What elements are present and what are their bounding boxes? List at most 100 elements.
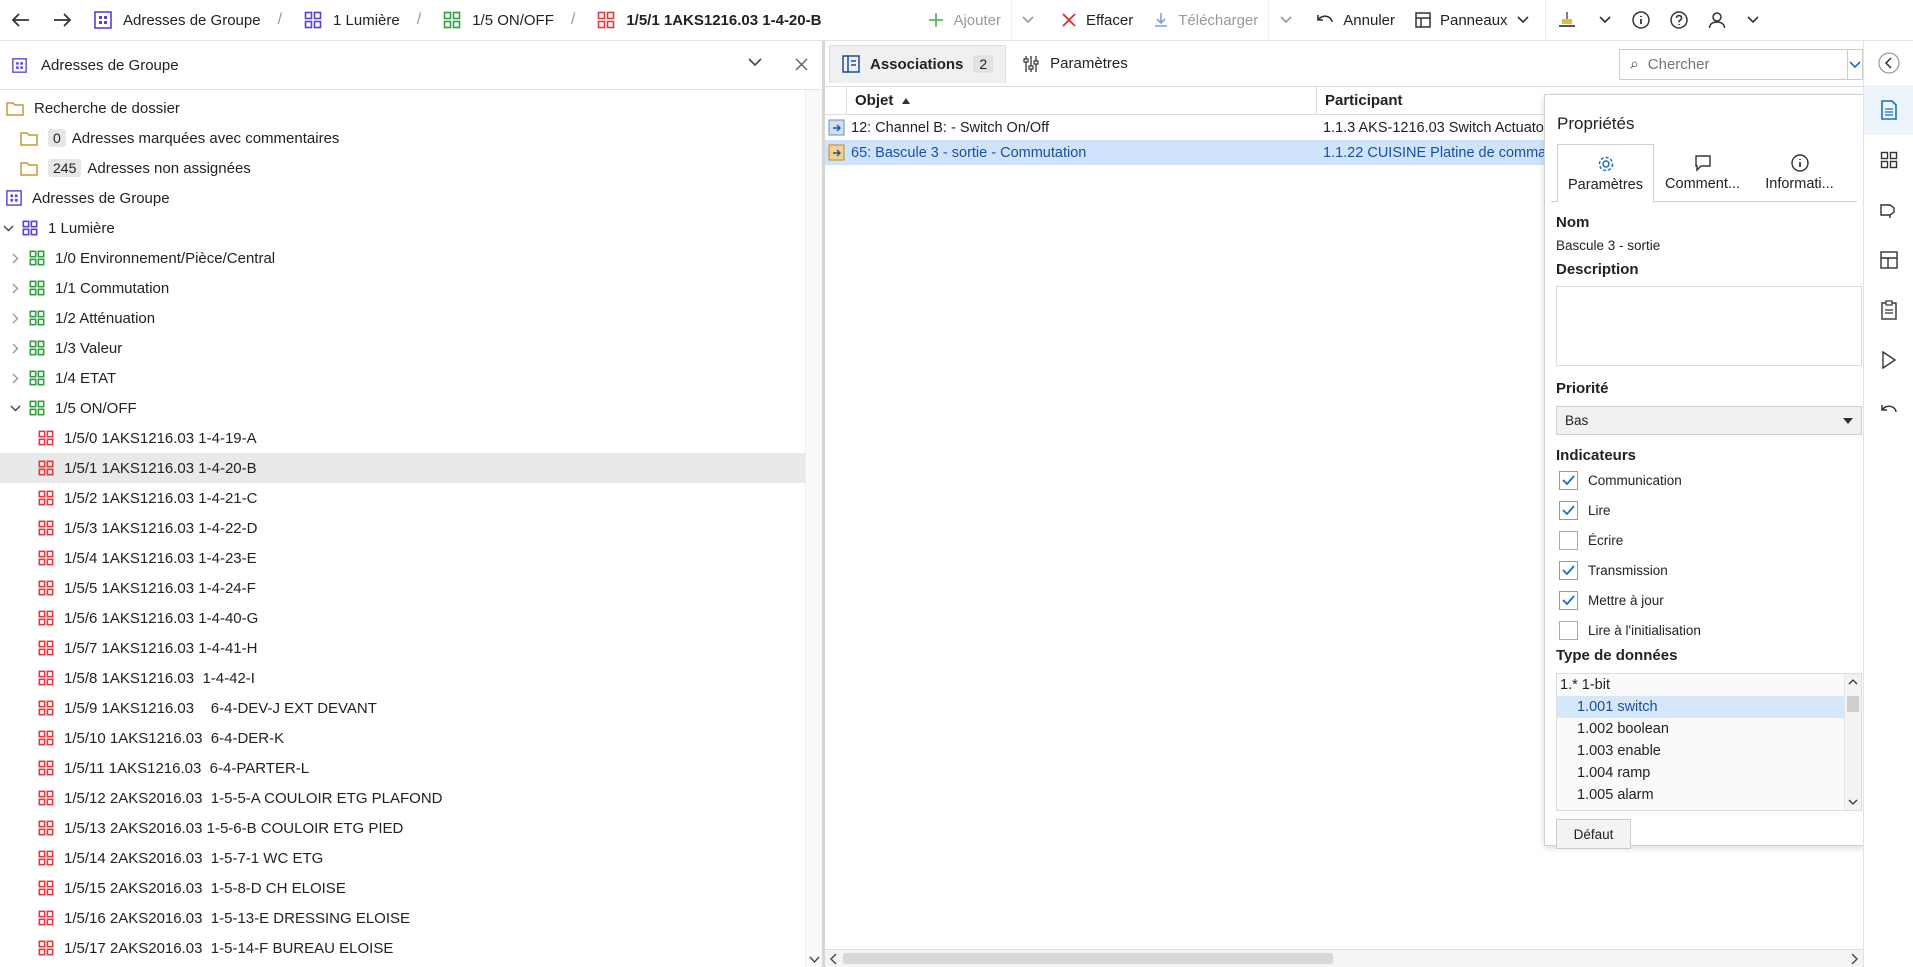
tree-item-group-address[interactable]: 1/5/16 2AKS2016.03 1-5-13-E DRESSING ELO… xyxy=(0,903,822,933)
tree-item-middle-group[interactable]: 1/2 Atténuation xyxy=(0,303,822,333)
tree-scrollbar[interactable] xyxy=(805,90,822,967)
tree-item-middle-group[interactable]: 1/1 Commutation xyxy=(0,273,822,303)
tree-item-middle-group[interactable]: 1/0 Environnement/Pièce/Central xyxy=(0,243,822,273)
expand-toggle[interactable] xyxy=(9,405,21,412)
panel-dropdown-button[interactable] xyxy=(748,58,762,67)
tree-item-group-address[interactable]: 1/5/14 2AKS2016.03 1-5-7-1 WC ETG xyxy=(0,843,822,873)
download-button[interactable]: Télécharger xyxy=(1143,0,1268,41)
tree-item-group-address[interactable]: 1/5/5 1AKS1216.03 1-4-24-F xyxy=(0,573,822,603)
datatype-option[interactable]: 1.004 ramp xyxy=(1557,762,1844,784)
account-button[interactable] xyxy=(1698,0,1736,41)
tree-item-middle-group[interactable]: 1/4 ETAT xyxy=(0,363,822,393)
datatype-option[interactable]: 1.002 boolean xyxy=(1557,718,1844,740)
datatype-option[interactable]: 1.003 enable xyxy=(1557,740,1844,762)
tab-associations[interactable]: Associations 2 xyxy=(829,44,1007,83)
datatype-list[interactable]: 1.* 1-bit 1.001 switch 1.002 boolean 1.003 … xyxy=(1556,673,1862,811)
diagnostics-panel-button[interactable] xyxy=(1864,185,1913,235)
description-field[interactable] xyxy=(1556,286,1862,366)
add-dropdown[interactable] xyxy=(1010,0,1045,41)
tree-item-unassigned-addresses[interactable]: 245 Adresses non assignées xyxy=(0,153,822,183)
search-input[interactable] xyxy=(1637,56,1847,73)
download-icon xyxy=(1155,13,1168,27)
tree-item-group-address[interactable]: 1/5/9 1AKS1216.03 6-4-DEV-J EXT DEVANT xyxy=(0,693,822,723)
tree-item-label: 1/2 Atténuation xyxy=(55,309,156,327)
tree-item-middle-group[interactable]: 1/5 ON/OFF xyxy=(0,393,822,423)
collapse-toggle[interactable] xyxy=(2,225,14,232)
tab-properties-information[interactable]: Informati... xyxy=(1751,144,1848,202)
tree-item-marked-addresses[interactable]: 0 Adresses marquées avec commentaires xyxy=(0,123,822,153)
add-button[interactable]: Ajouter xyxy=(918,0,1011,41)
download-dropdown[interactable] xyxy=(1268,0,1302,41)
column-object[interactable]: Objet xyxy=(847,86,1317,115)
tree-item-root[interactable]: Adresses de Groupe xyxy=(0,183,822,213)
tree-item-group-address[interactable]: 1/5/6 1AKS1216.03 1-4-40-G xyxy=(0,603,822,633)
tab-properties-comments[interactable]: Comment... xyxy=(1654,144,1751,202)
breadcrumb-middle-group[interactable]: 1/5 ON/OFF xyxy=(431,11,561,29)
info-button[interactable] xyxy=(1622,0,1660,41)
indicator-checkbox[interactable] xyxy=(1559,620,1578,640)
breadcrumb-group-address[interactable]: 1/5/1 1AKS1216.03 1-4-20-B xyxy=(585,11,828,29)
topology-panel-button[interactable] xyxy=(1864,235,1913,285)
indicator-checkbox[interactable] xyxy=(1559,470,1578,490)
clipboard-panel-button[interactable] xyxy=(1864,285,1913,335)
tree-item-group-address[interactable]: 1/5/15 2AKS2016.03 1-5-8-D CH ELOISE xyxy=(0,873,822,903)
workspace-dropdown[interactable] xyxy=(1588,0,1622,41)
help-button[interactable] xyxy=(1660,0,1698,41)
tree-item-group-address[interactable]: 1/5/3 1AKS1216.03 1-4-22-D xyxy=(0,513,822,543)
toolbar: Adresses de Groupe / 1 Lumière / 1/5 ON/… xyxy=(0,0,1913,41)
indicator-checkbox[interactable] xyxy=(1559,560,1578,580)
tree-item-folder-search[interactable]: Recherche de dossier xyxy=(0,93,822,123)
tree-item-middle-group[interactable]: 1/3 Valeur xyxy=(0,333,822,363)
tree-item-group-address[interactable]: 1/5/12 2AKS2016.03 1-5-5-A COULOIR ETG P… xyxy=(0,783,822,813)
back-button[interactable] xyxy=(0,0,41,41)
run-panel-button[interactable] xyxy=(1864,335,1913,385)
group-address-icon xyxy=(38,790,54,806)
tree-item-group-address[interactable]: 1/5/17 2AKS2016.03 1-5-14-F BUREAU ELOIS… xyxy=(0,933,822,963)
tree-item-group-address[interactable]: 1/5/13 2AKS2016.03 1-5-6-B COULOIR ETG P… xyxy=(0,813,822,843)
panels-button[interactable]: Panneaux xyxy=(1405,0,1539,41)
breadcrumb-group-addresses[interactable]: Adresses de Groupe xyxy=(82,11,268,29)
name-label: Nom xyxy=(1556,213,1590,231)
expand-toggle[interactable] xyxy=(9,253,21,264)
properties-panel-button[interactable] xyxy=(1864,85,1913,135)
datatype-option[interactable]: 1.001 switch xyxy=(1557,696,1844,718)
indicator-checkbox[interactable] xyxy=(1559,530,1578,550)
catalog-panel-button[interactable] xyxy=(1864,135,1913,185)
tree-item-main-group[interactable]: 1 Lumière xyxy=(0,213,822,243)
account-dropdown[interactable] xyxy=(1736,0,1770,41)
indicator-checkbox[interactable] xyxy=(1559,500,1578,520)
priority-select[interactable]: Bas xyxy=(1556,406,1862,435)
collapse-sidebar-button[interactable] xyxy=(1864,41,1913,85)
indicator-checkbox[interactable] xyxy=(1559,590,1578,610)
tree-item-group-address[interactable]: 1/5/8 1AKS1216.03 1-4-42-I xyxy=(0,663,822,693)
tree-item-group-address[interactable]: 1/5/4 1AKS1216.03 1-4-23-E xyxy=(0,543,822,573)
expand-toggle[interactable] xyxy=(9,373,21,384)
tree-item-group-address[interactable]: 1/5/2 1AKS1216.03 1-4-21-C xyxy=(0,483,822,513)
workspace-button[interactable] xyxy=(1544,0,1588,41)
grid-horizontal-scrollbar[interactable] xyxy=(825,949,1863,967)
tab-parameters[interactable]: Paramètres xyxy=(1010,45,1140,83)
tree-item-group-address[interactable]: 1/5/7 1AKS1216.03 1-4-41-H xyxy=(0,633,822,663)
datatype-scrollbar[interactable] xyxy=(1844,674,1861,810)
tab-properties-parameters[interactable]: Paramètres xyxy=(1557,144,1654,202)
delete-button[interactable]: Effacer xyxy=(1051,0,1143,41)
datatype-option[interactable]: 1.* 1-bit xyxy=(1557,674,1844,696)
download-label: Télécharger xyxy=(1178,11,1259,29)
forward-button[interactable] xyxy=(41,0,82,41)
panel-close-button[interactable] xyxy=(795,58,808,71)
expand-toggle[interactable] xyxy=(9,313,21,324)
tree-item-group-address[interactable]: 1/5/1 1AKS1216.03 1-4-20-B xyxy=(0,453,822,483)
search-dropdown[interactable] xyxy=(1846,50,1862,79)
tree-item-group-address[interactable]: 1/5/11 1AKS1216.03 6-4-PARTER-L xyxy=(0,753,822,783)
expand-toggle[interactable] xyxy=(9,283,21,294)
breadcrumb-main-group[interactable]: 1 Lumière xyxy=(292,11,407,29)
expand-toggle[interactable] xyxy=(9,343,21,354)
scrollbar-thumb[interactable] xyxy=(1847,696,1859,712)
tree-item-group-address[interactable]: 1/5/10 1AKS1216.03 6-4-DER-K xyxy=(0,723,822,753)
default-button[interactable]: Défaut xyxy=(1556,819,1631,849)
tree-item-group-address[interactable]: 1/5/0 1AKS1216.03 1-4-19-A xyxy=(0,423,822,453)
datatype-option[interactable]: 1.005 alarm xyxy=(1557,784,1844,806)
undo-button[interactable]: Annuler xyxy=(1306,0,1405,41)
scrollbar-thumb[interactable] xyxy=(843,953,1333,964)
history-panel-button[interactable] xyxy=(1864,385,1913,435)
